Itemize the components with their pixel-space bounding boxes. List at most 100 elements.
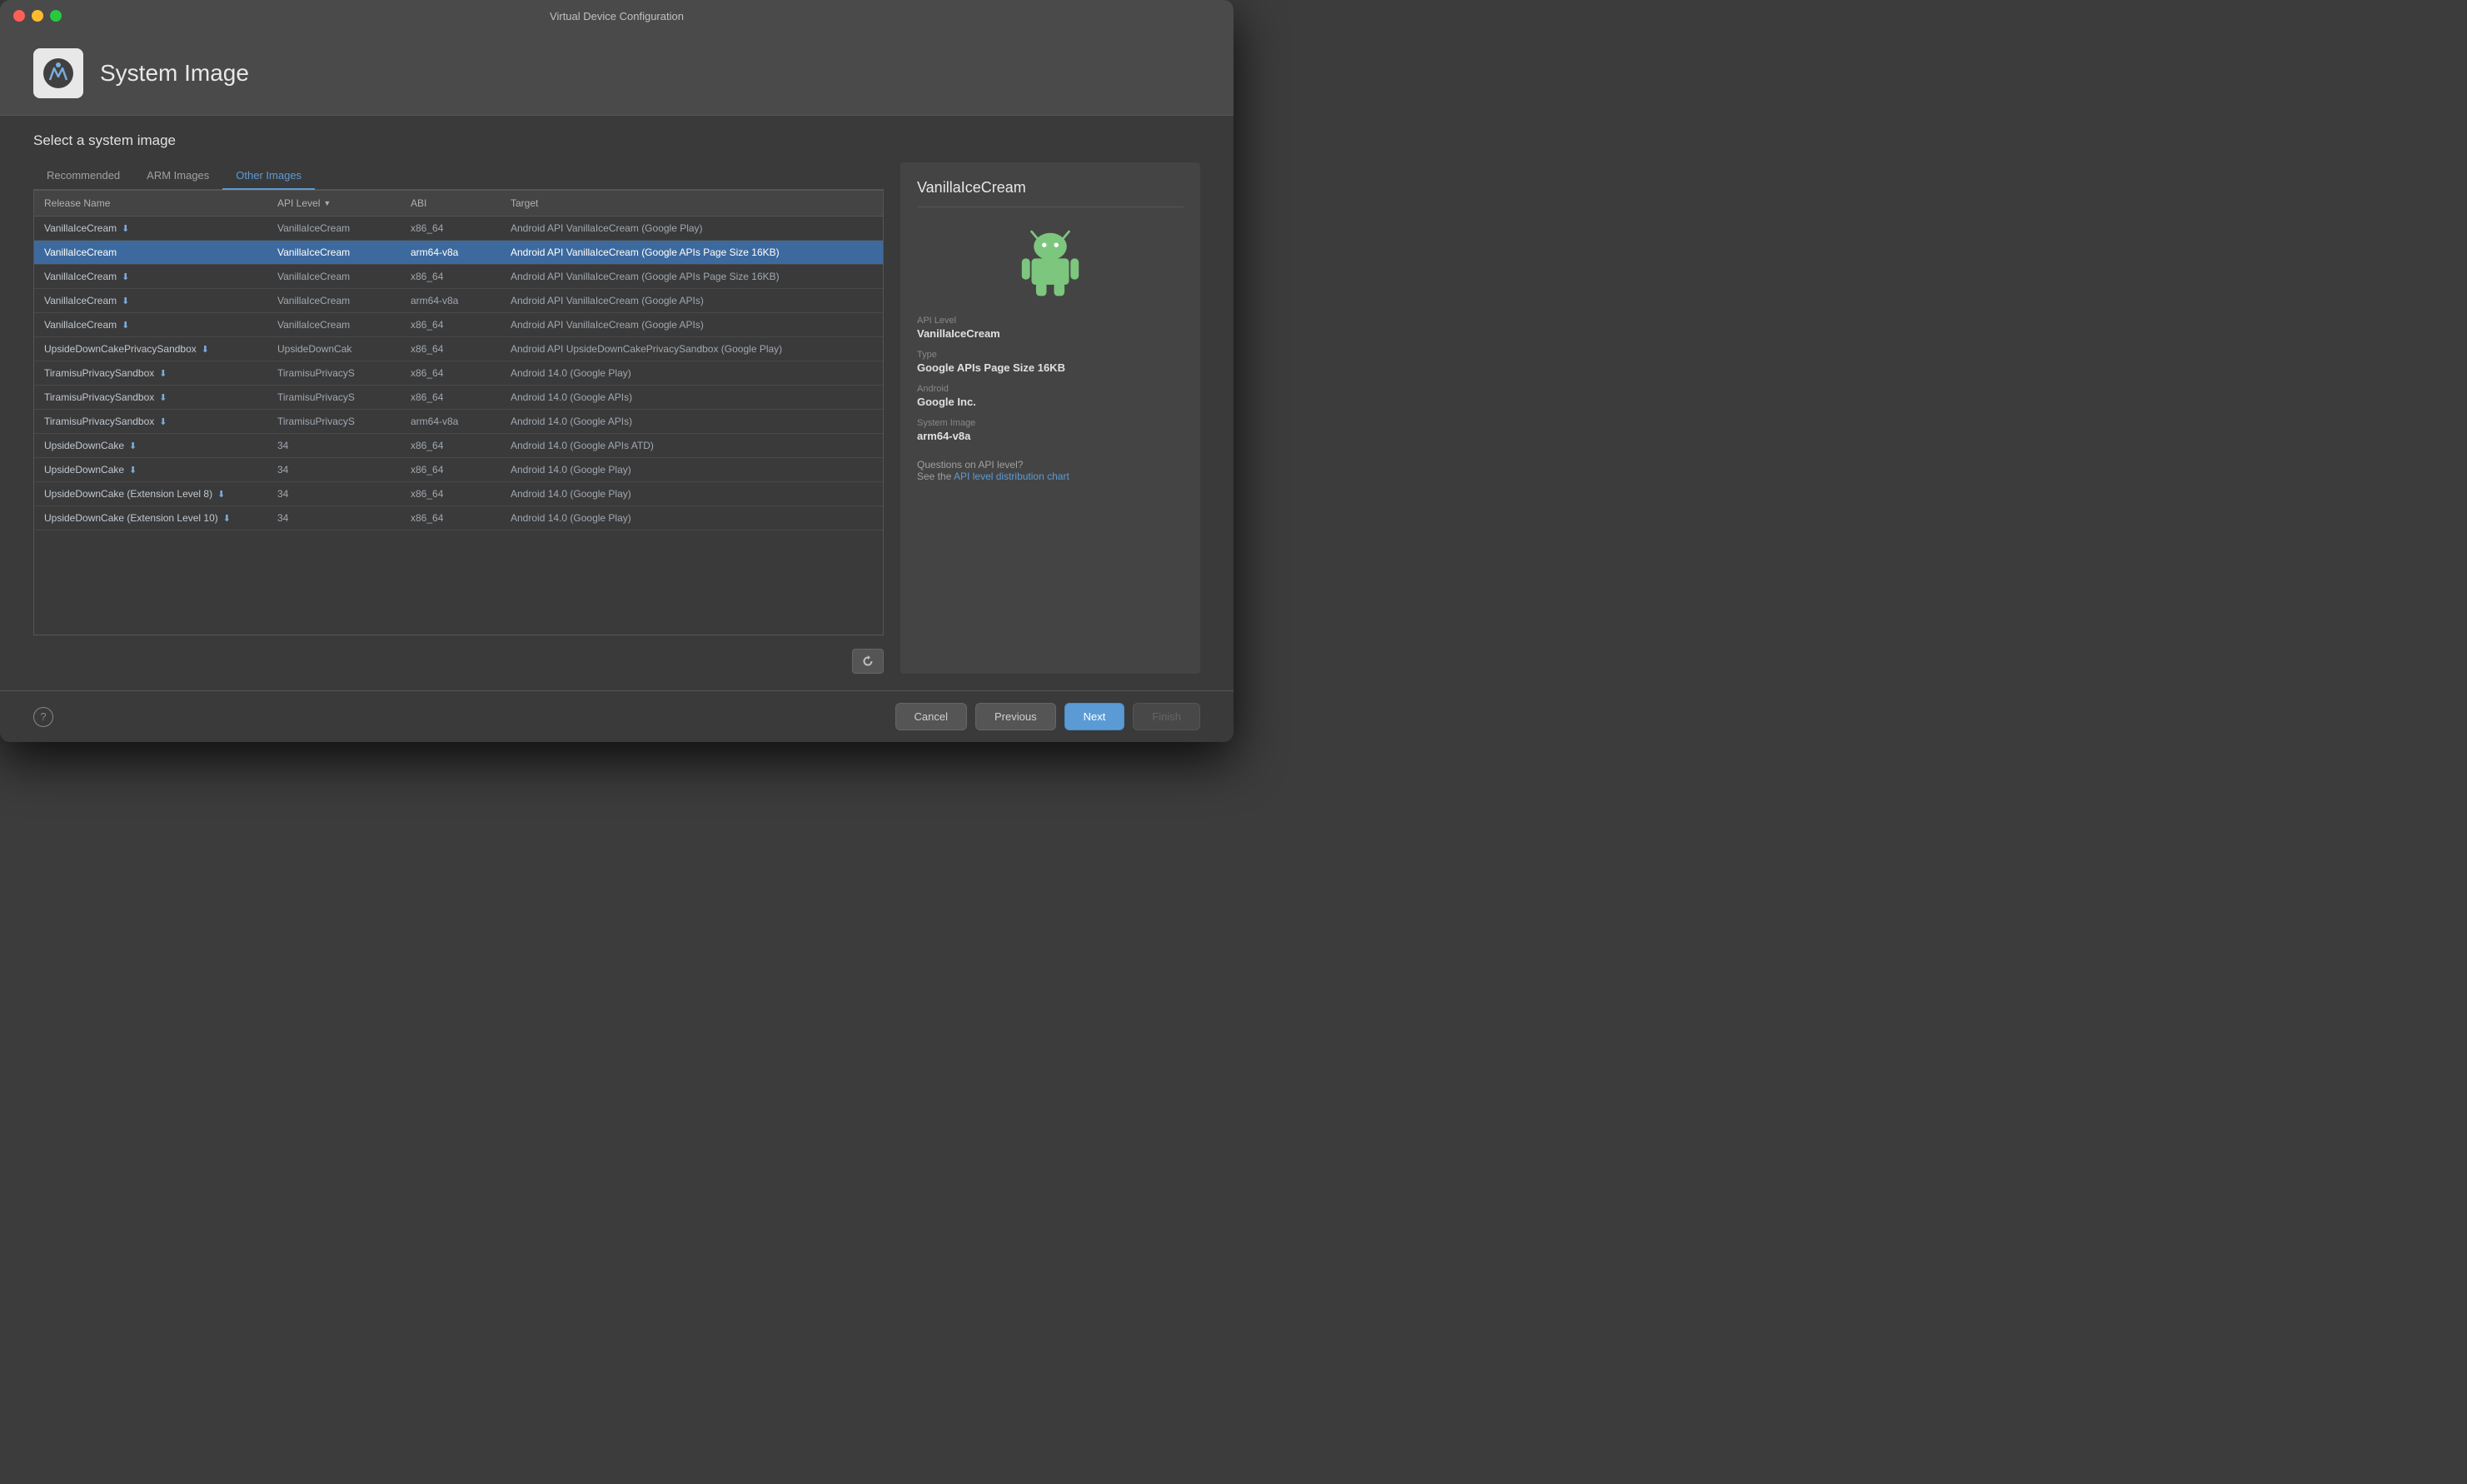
cell-abi: x86_64 xyxy=(411,391,511,403)
tab-recommended[interactable]: Recommended xyxy=(33,162,133,190)
api-question: Questions on API level? See the API leve… xyxy=(917,459,1184,482)
cell-release-name: UpsideDownCake (Extension Level 10) ⬇ xyxy=(44,512,277,524)
previous-button[interactable]: Previous xyxy=(975,703,1056,730)
tabs: Recommended ARM Images Other Images xyxy=(33,162,884,190)
minimize-button[interactable] xyxy=(32,10,43,22)
cell-abi: x86_64 xyxy=(411,367,511,379)
footer: ? Cancel Previous Next Finish xyxy=(0,690,1234,742)
cell-abi: arm64-v8a xyxy=(411,416,511,427)
window-title: Virtual Device Configuration xyxy=(550,10,684,22)
cell-target: Android 14.0 (Google Play) xyxy=(511,512,873,524)
help-button[interactable]: ? xyxy=(33,707,53,727)
download-icon: ⬇ xyxy=(122,271,129,282)
table-row[interactable]: VanillaIceCream ⬇ VanillaIceCream x86_64… xyxy=(34,265,883,289)
footer-left: ? xyxy=(33,707,53,727)
android-label: Android xyxy=(917,384,1184,394)
cell-target: Android API VanillaIceCream (Google APIs… xyxy=(511,247,873,258)
cell-api-level: VanillaIceCream xyxy=(277,271,411,282)
api-level-link[interactable]: API level distribution chart xyxy=(954,471,1069,482)
detail-system-image-section: System Image arm64-v8a xyxy=(917,418,1184,442)
system-image-label: System Image xyxy=(917,418,1184,428)
tab-other-images[interactable]: Other Images xyxy=(222,162,315,190)
table-row[interactable]: VanillaIceCream ⬇ VanillaIceCream x86_64… xyxy=(34,313,883,337)
cell-release-name: UpsideDownCake (Extension Level 8) ⬇ xyxy=(44,488,277,500)
cell-abi: x86_64 xyxy=(411,440,511,451)
cell-release-name: TiramisuPrivacySandbox ⬇ xyxy=(44,367,277,379)
type-label: Type xyxy=(917,350,1184,360)
main-window: Virtual Device Configuration System Imag… xyxy=(0,0,1234,742)
cell-abi: x86_64 xyxy=(411,222,511,234)
refresh-button[interactable] xyxy=(852,649,884,674)
download-icon: ⬇ xyxy=(202,344,209,355)
footer-right: Cancel Previous Next Finish xyxy=(895,703,1200,730)
cell-target: Android API VanillaIceCream (Google Play… xyxy=(511,222,873,234)
download-icon: ⬇ xyxy=(159,368,167,379)
table-row[interactable]: UpsideDownCake ⬇ 34 x86_64 Android 14.0 … xyxy=(34,434,883,458)
system-image-table: Release Name API Level ▼ ABI Target Vani… xyxy=(33,190,884,635)
cell-target: Android API VanillaIceCream (Google APIs… xyxy=(511,295,873,306)
table-body: VanillaIceCream ⬇ VanillaIceCream x86_64… xyxy=(34,217,883,635)
cell-release-name: VanillaIceCream ⬇ xyxy=(44,295,277,306)
col-release-name: Release Name xyxy=(44,197,277,209)
cell-target: Android 14.0 (Google APIs) xyxy=(511,391,873,403)
section-title: Select a system image xyxy=(33,132,884,149)
traffic-lights xyxy=(13,10,62,22)
cell-abi: arm64-v8a xyxy=(411,295,511,306)
download-icon: ⬇ xyxy=(122,223,129,234)
left-panel: Select a system image Recommended ARM Im… xyxy=(33,132,884,674)
api-level-value: VanillaIceCream xyxy=(917,327,1184,340)
download-icon: ⬇ xyxy=(129,465,137,476)
download-icon: ⬇ xyxy=(129,441,137,451)
fullscreen-button[interactable] xyxy=(50,10,62,22)
header: System Image xyxy=(0,32,1234,116)
download-icon: ⬇ xyxy=(122,320,129,331)
cell-api-level: VanillaIceCream xyxy=(277,319,411,331)
table-row[interactable]: TiramisuPrivacySandbox ⬇ TiramisuPrivacy… xyxy=(34,410,883,434)
table-row[interactable]: UpsideDownCake ⬇ 34 x86_64 Android 14.0 … xyxy=(34,458,883,482)
api-level-label: API Level xyxy=(917,316,1184,326)
next-button[interactable]: Next xyxy=(1064,703,1125,730)
cell-abi: arm64-v8a xyxy=(411,247,511,258)
cell-release-name: VanillaIceCream ⬇ xyxy=(44,271,277,282)
col-abi: ABI xyxy=(411,197,511,209)
cell-target: Android 14.0 (Google APIs) xyxy=(511,416,873,427)
cell-abi: x86_64 xyxy=(411,464,511,476)
table-row[interactable]: VanillaIceCream VanillaIceCream arm64-v8… xyxy=(34,241,883,265)
cell-target: Android 14.0 (Google APIs ATD) xyxy=(511,440,873,451)
page-title: System Image xyxy=(100,60,249,87)
table-row[interactable]: TiramisuPrivacySandbox ⬇ TiramisuPrivacy… xyxy=(34,386,883,410)
android-value: Google Inc. xyxy=(917,396,1184,408)
cell-abi: x86_64 xyxy=(411,271,511,282)
col-target: Target xyxy=(511,197,873,209)
cell-api-level: VanillaIceCream xyxy=(277,247,411,258)
cell-api-level: VanillaIceCream xyxy=(277,295,411,306)
table-row[interactable]: UpsideDownCakePrivacySandbox ⬇ UpsideDow… xyxy=(34,337,883,361)
cell-target: Android API VanillaIceCream (Google APIs… xyxy=(511,319,873,331)
cell-abi: x86_64 xyxy=(411,319,511,331)
close-button[interactable] xyxy=(13,10,25,22)
titlebar: Virtual Device Configuration xyxy=(0,0,1234,32)
cancel-button[interactable]: Cancel xyxy=(895,703,967,730)
download-icon: ⬇ xyxy=(159,392,167,403)
download-icon: ⬇ xyxy=(217,489,225,500)
cell-target: Android 14.0 (Google Play) xyxy=(511,488,873,500)
cell-release-name: UpsideDownCake ⬇ xyxy=(44,440,277,451)
android-logo xyxy=(917,224,1184,299)
tab-arm-images[interactable]: ARM Images xyxy=(133,162,222,190)
cell-api-level: TiramisuPrivacyS xyxy=(277,416,411,427)
col-api-level[interactable]: API Level ▼ xyxy=(277,197,411,209)
cell-release-name: TiramisuPrivacySandbox ⬇ xyxy=(44,416,277,427)
finish-button[interactable]: Finish xyxy=(1133,703,1200,730)
detail-android-section: Android Google Inc. xyxy=(917,384,1184,408)
cell-target: Android 14.0 (Google Play) xyxy=(511,464,873,476)
cell-target: Android API VanillaIceCream (Google APIs… xyxy=(511,271,873,282)
cell-release-name: VanillaIceCream ⬇ xyxy=(44,319,277,331)
table-row[interactable]: UpsideDownCake (Extension Level 8) ⬇ 34 … xyxy=(34,482,883,506)
table-row[interactable]: VanillaIceCream ⬇ VanillaIceCream arm64-… xyxy=(34,289,883,313)
table-row[interactable]: VanillaIceCream ⬇ VanillaIceCream x86_64… xyxy=(34,217,883,241)
cell-release-name: VanillaIceCream ⬇ xyxy=(44,222,277,234)
right-panel: VanillaIceCream xyxy=(900,132,1200,674)
cell-api-level: TiramisuPrivacyS xyxy=(277,391,411,403)
table-row[interactable]: UpsideDownCake (Extension Level 10) ⬇ 34… xyxy=(34,506,883,530)
table-row[interactable]: TiramisuPrivacySandbox ⬇ TiramisuPrivacy… xyxy=(34,361,883,386)
